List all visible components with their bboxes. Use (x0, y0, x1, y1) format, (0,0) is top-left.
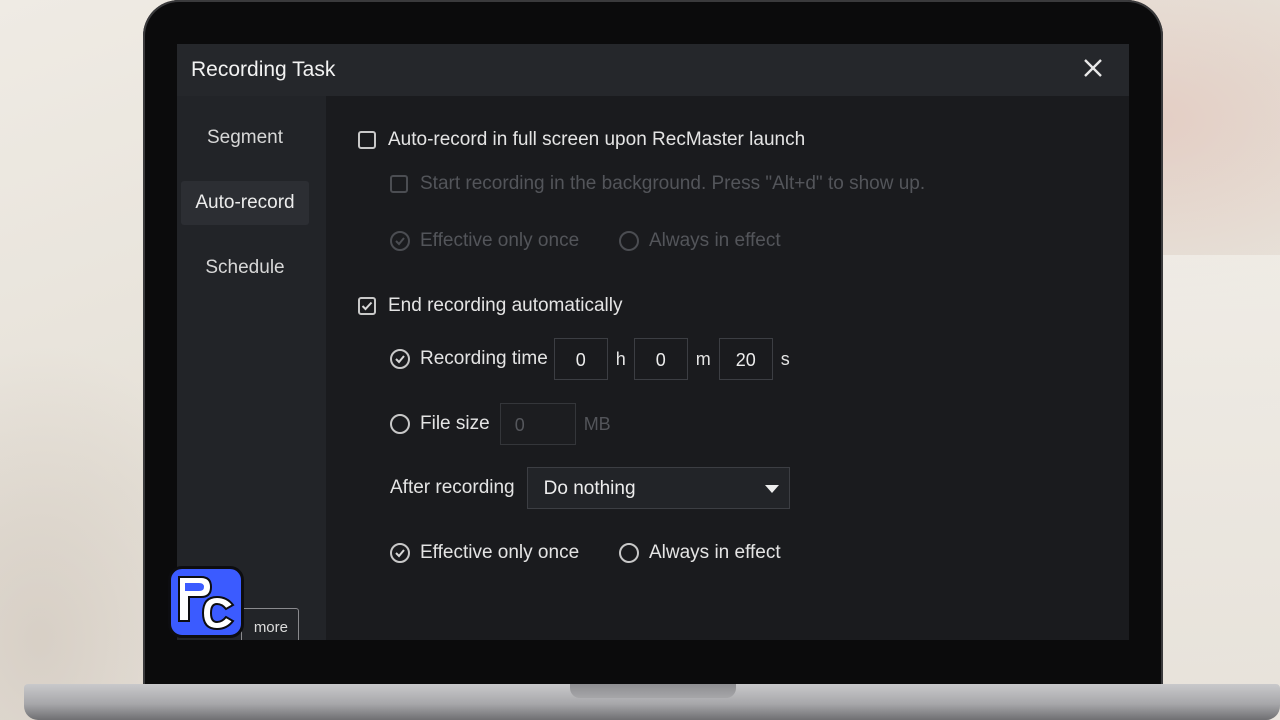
check-icon (395, 237, 405, 246)
end-effective-once-label: Effective only once (420, 542, 580, 563)
background-option[interactable]: Start recording in the background. Press… (390, 173, 925, 195)
after-recording-label: After recording (390, 477, 515, 498)
end-recording-option[interactable]: End recording automatically (358, 295, 622, 317)
more-button[interactable]: more (241, 608, 299, 640)
close-icon (1084, 59, 1102, 77)
end-effective-once[interactable]: Effective only once (390, 542, 579, 564)
dialog-title: Recording Task (191, 58, 336, 81)
file-size-label: File size (420, 413, 490, 434)
recording-time-label: Recording time (420, 348, 548, 369)
auto-record-effective-once-label: Effective only once (420, 230, 580, 251)
after-recording-value: Do nothing (543, 478, 636, 499)
check-icon (395, 549, 405, 558)
dialog-titlebar: Recording Task (177, 44, 1129, 96)
file-size-input[interactable]: 0 (499, 403, 576, 445)
sidebar-item-auto-record[interactable]: Auto-record (181, 181, 309, 225)
auto-record-always[interactable]: Always in effect (619, 230, 781, 252)
minutes-unit: m (695, 348, 711, 369)
sidebar: Segment Auto-record Schedule (177, 96, 326, 640)
minutes-input[interactable]: 0 (633, 338, 688, 380)
auto-record-always-radio[interactable] (619, 231, 639, 251)
pc-logo-icon (168, 566, 244, 638)
after-recording-dropdown[interactable]: Do nothing (526, 467, 790, 509)
background-label: Start recording in the background. Press… (420, 173, 926, 194)
dropdown-arrow-icon (764, 485, 779, 493)
hours-unit: h (615, 348, 626, 369)
end-recording-label: End recording automatically (388, 295, 623, 316)
fullscreen-option[interactable]: Auto-record in full screen upon RecMaste… (358, 129, 805, 151)
auto-record-effective-once[interactable]: Effective only once (390, 230, 579, 252)
background-checkbox[interactable] (390, 175, 408, 193)
after-recording-row: After recording Do nothing (390, 467, 790, 509)
end-effective-once-radio[interactable] (390, 543, 410, 563)
end-always[interactable]: Always in effect (619, 542, 781, 564)
laptop-base-notch (570, 684, 736, 698)
end-recording-checkbox[interactable] (358, 297, 376, 315)
fullscreen-label: Auto-record in full screen upon RecMaste… (388, 129, 806, 150)
file-size-radio[interactable] (390, 414, 410, 434)
file-size-unit: MB (583, 413, 611, 434)
seconds-input[interactable]: 20 (718, 338, 773, 380)
hours-input[interactable]: 0 (553, 338, 608, 380)
fullscreen-checkbox[interactable] (358, 131, 376, 149)
recording-time-row: Recording time 0 h 0 m 20 s (390, 338, 792, 380)
sidebar-item-segment[interactable]: Segment (181, 116, 309, 160)
recording-task-dialog: Recording Task Segment Auto-record Sched… (177, 44, 1129, 640)
end-always-radio[interactable] (619, 543, 639, 563)
recording-time-radio[interactable] (390, 349, 410, 369)
auto-record-always-label: Always in effect (649, 230, 781, 251)
auto-record-effective-once-radio[interactable] (390, 231, 410, 251)
background-decoration (1160, 255, 1280, 685)
auto-record-panel: Auto-record in full screen upon RecMaste… (326, 96, 1129, 640)
close-button[interactable] (1077, 52, 1109, 84)
checkmark-icon (361, 301, 373, 311)
seconds-unit: s (780, 348, 790, 369)
check-icon (395, 355, 405, 364)
end-always-label: Always in effect (649, 542, 781, 563)
sidebar-item-schedule[interactable]: Schedule (181, 246, 309, 290)
file-size-row: File size 0 MB (390, 403, 613, 445)
